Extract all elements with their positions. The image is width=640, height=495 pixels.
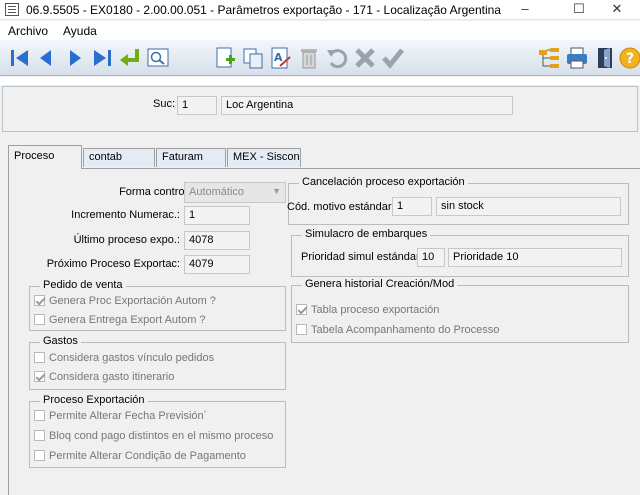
incremento-label: Incremento Numerac.: bbox=[71, 209, 180, 221]
considera-gasto-itinerario-checkbox[interactable]: Considera gasto itinerario bbox=[34, 371, 174, 383]
incremento-field[interactable]: 1 bbox=[184, 206, 250, 225]
gastos-group: Gastos Considera gastos vínculo pedidos … bbox=[29, 335, 286, 390]
cancelacion-group: Cancelación proceso exportación Cód. mot… bbox=[287, 176, 629, 225]
window-title: 06.9.5505 - EX0180 - 2.00.00.051 - Parâm… bbox=[26, 3, 501, 17]
help-icon[interactable]: ? bbox=[618, 46, 640, 70]
cancel-icon[interactable] bbox=[353, 46, 377, 70]
checkbox-checked-icon bbox=[34, 295, 45, 306]
toolbar-spacer bbox=[0, 77, 640, 85]
delete-icon[interactable] bbox=[297, 46, 321, 70]
tabla-proceso-export-label: Tabla proceso exportación bbox=[311, 304, 440, 316]
menu-archivo[interactable]: Archivo bbox=[8, 24, 48, 38]
toolbar: A ? bbox=[0, 40, 640, 76]
app-icon bbox=[5, 3, 19, 16]
checkbox-checked-icon bbox=[34, 371, 45, 382]
edit-icon[interactable]: A bbox=[269, 46, 293, 70]
cod-motivo-desc-field: sin stock bbox=[436, 197, 621, 216]
considera-gastos-vinculo-label: Considera gastos vínculo pedidos bbox=[49, 352, 215, 364]
tab-proceso[interactable]: Proceso bbox=[8, 145, 82, 169]
add-icon[interactable] bbox=[213, 46, 237, 70]
forma-control-value: Automático bbox=[189, 186, 245, 198]
title-bar: 06.9.5505 - EX0180 - 2.00.00.051 - Parâm… bbox=[0, 0, 640, 20]
tree-icon[interactable] bbox=[537, 46, 561, 70]
bloq-cond-pago-label: Bloq cond pago distintos en el mismo pro… bbox=[49, 430, 274, 442]
print-icon[interactable] bbox=[565, 46, 589, 70]
menu-ayuda[interactable]: Ayuda bbox=[63, 24, 97, 38]
first-icon[interactable] bbox=[8, 46, 32, 70]
ultimo-proceso-field[interactable]: 4078 bbox=[184, 231, 250, 250]
prioridad-field[interactable]: 10 bbox=[417, 248, 445, 267]
historial-title: Genera historial Creación/Mod bbox=[302, 278, 458, 290]
checkbox-checked-icon bbox=[296, 304, 307, 315]
considera-gasto-itinerario-label: Considera gasto itinerario bbox=[49, 371, 175, 383]
proceso-exportacion-group: Proceso Exportación Permite Alterar Fech… bbox=[29, 394, 286, 468]
cancelacion-title: Cancelación proceso exportación bbox=[299, 176, 468, 188]
tab-faturam[interactable]: Faturam bbox=[156, 148, 226, 167]
header-panel: Suc: 1 Loc Argentina bbox=[2, 86, 638, 132]
considera-gastos-vinculo-checkbox[interactable]: Considera gastos vínculo pedidos bbox=[34, 352, 214, 364]
checkbox-icon bbox=[34, 430, 45, 441]
checkbox-icon bbox=[296, 324, 307, 335]
previous-icon[interactable] bbox=[34, 46, 58, 70]
pedido-venta-group: Pedido de venta Genera Proc Exportación … bbox=[29, 279, 286, 331]
copy-icon[interactable] bbox=[241, 46, 265, 70]
checkbox-icon bbox=[34, 314, 45, 325]
genera-proc-export-checkbox[interactable]: Genera Proc Exportación Autom ? bbox=[34, 295, 216, 307]
genera-entrega-export-label: Genera Entrega Export Autom ? bbox=[49, 314, 206, 326]
checkbox-icon bbox=[34, 410, 45, 421]
close-button[interactable]: ✕ bbox=[594, 0, 640, 20]
tab-mex-siscon[interactable]: MEX - Siscon bbox=[227, 148, 301, 167]
genera-entrega-export-checkbox[interactable]: Genera Entrega Export Autom ? bbox=[34, 314, 206, 326]
chevron-down-icon: ▼ bbox=[272, 186, 281, 196]
search-icon[interactable] bbox=[146, 46, 170, 70]
tabela-acompanhamento-checkbox[interactable]: Tabela Acompanhamento do Processo bbox=[296, 324, 499, 336]
minimize-button[interactable]: – bbox=[502, 0, 548, 20]
suc-code-field[interactable]: 1 bbox=[177, 96, 217, 115]
pedido-venta-title: Pedido de venta bbox=[40, 279, 126, 291]
svg-text:A: A bbox=[274, 51, 283, 64]
ultimo-proceso-label: Último proceso expo.: bbox=[73, 234, 180, 246]
permite-alterar-condicao-label: Permite Alterar Condição de Pagamento bbox=[49, 450, 246, 462]
tabela-acompanhamento-label: Tabela Acompanhamento do Processo bbox=[311, 324, 500, 336]
cod-motivo-field[interactable]: 1 bbox=[392, 197, 432, 216]
permite-alterar-fecha-checkbox[interactable]: Permite Alterar Fecha Previsión´ bbox=[34, 410, 207, 422]
simulacro-group: Simulacro de embarques Prioridad simul e… bbox=[291, 228, 629, 277]
genera-proc-export-label: Genera Proc Exportación Autom ? bbox=[49, 295, 216, 307]
forma-control-select[interactable]: Automático ▼ bbox=[184, 182, 286, 203]
permite-alterar-condicao-checkbox[interactable]: Permite Alterar Condição de Pagamento bbox=[34, 450, 246, 462]
prioridad-desc-field: Prioridade 10 bbox=[448, 248, 622, 267]
simulacro-title: Simulacro de embarques bbox=[302, 228, 431, 240]
proximo-proceso-label: Próximo Proceso Exportac: bbox=[46, 258, 180, 270]
gastos-title: Gastos bbox=[40, 335, 81, 347]
confirm-icon[interactable] bbox=[381, 46, 405, 70]
cod-motivo-label: Cód. motivo estándar: bbox=[287, 201, 395, 213]
tab-strip: Proceso contab Faturam MEX - Siscon bbox=[0, 145, 640, 169]
suc-label: Suc: bbox=[153, 98, 176, 110]
tab-contab[interactable]: contab bbox=[83, 148, 155, 167]
forma-control-label: Forma control: bbox=[119, 186, 190, 198]
menu-bar: Archivo Ayuda bbox=[0, 21, 640, 40]
next-icon[interactable] bbox=[63, 46, 87, 70]
exit-icon[interactable] bbox=[593, 46, 617, 70]
checkbox-icon bbox=[34, 450, 45, 461]
historial-group: Genera historial Creación/Mod Tabla proc… bbox=[291, 278, 629, 343]
last-icon[interactable] bbox=[90, 46, 114, 70]
tab-panel-proceso: Forma control: Automático ▼ Incremento N… bbox=[8, 168, 640, 495]
suc-name-field: Loc Argentina bbox=[221, 96, 513, 115]
bloq-cond-pago-checkbox[interactable]: Bloq cond pago distintos en el mismo pro… bbox=[34, 430, 273, 442]
goto-icon[interactable] bbox=[118, 46, 142, 70]
tabla-proceso-export-checkbox[interactable]: Tabla proceso exportación bbox=[296, 304, 439, 316]
undo-icon[interactable] bbox=[325, 46, 349, 70]
proceso-exportacion-title: Proceso Exportación bbox=[40, 394, 148, 406]
proximo-proceso-field[interactable]: 4079 bbox=[184, 255, 250, 274]
prioridad-label: Prioridad simul estándar: bbox=[301, 251, 423, 263]
permite-alterar-fecha-label: Permite Alterar Fecha Previsión´ bbox=[49, 410, 208, 422]
checkbox-icon bbox=[34, 352, 45, 363]
svg-text:?: ? bbox=[626, 51, 634, 67]
